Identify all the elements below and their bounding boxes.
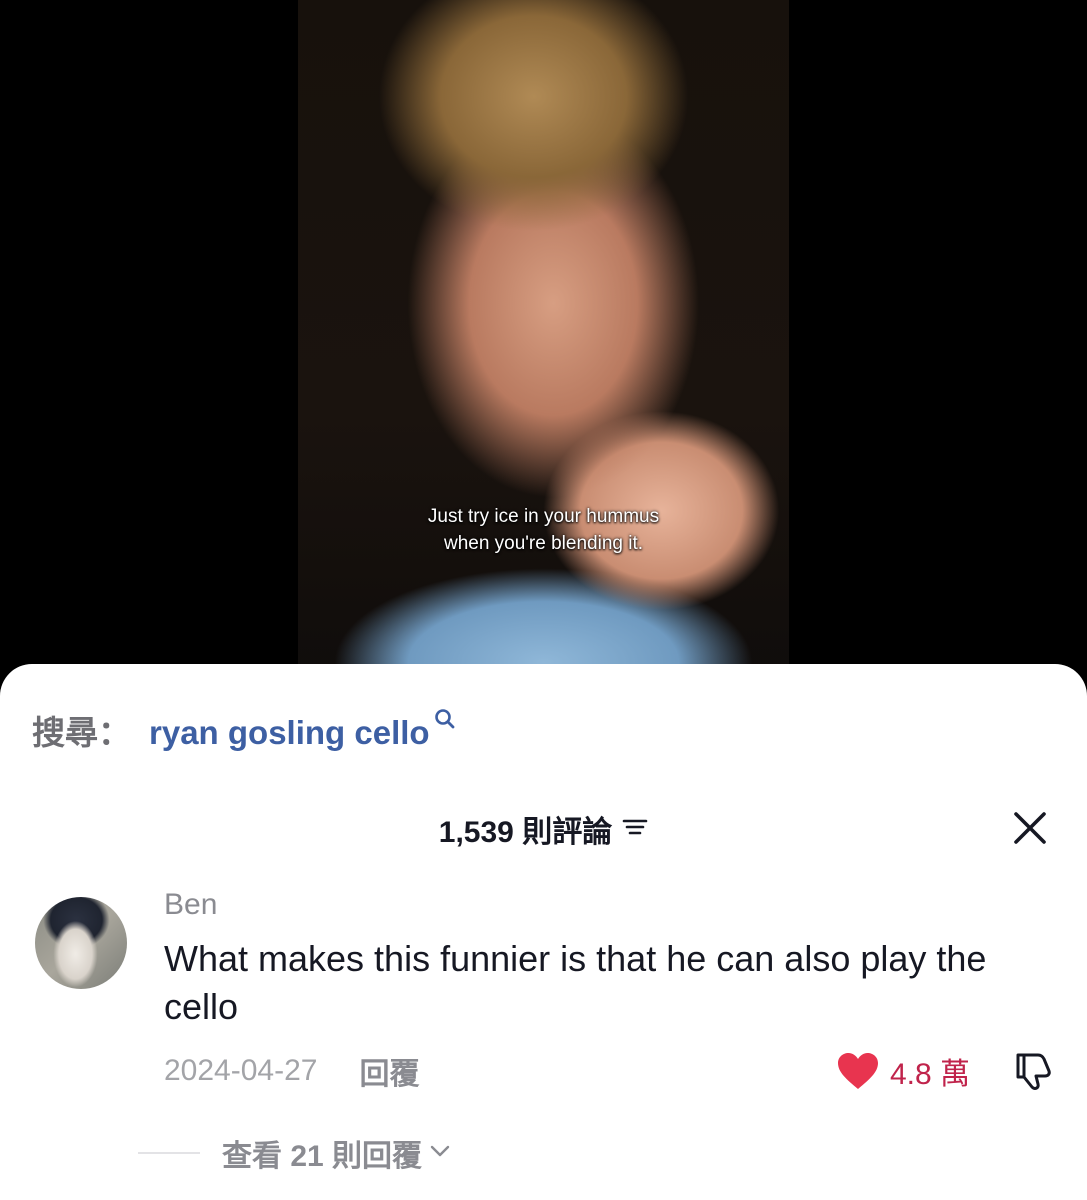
video-subtitle: Just try ice in your hummus when you're … [298,503,789,557]
comments-count: 1,539 則評論 [438,816,613,849]
avatar[interactable] [35,897,127,989]
comments-count-header: 1,539 則評論 [0,805,1087,853]
subtitle-line-1: Just try ice in your hummus [427,506,660,527]
view-replies-button[interactable]: 查看 21 則回覆 [138,1133,450,1173]
like-count: 4.8 萬 [890,1058,971,1091]
like-button[interactable]: 4.8 萬 [836,1049,970,1093]
close-button[interactable] [1008,806,1052,850]
dislike-icon [1016,1053,1051,1090]
dislike-button[interactable] [1008,1048,1054,1094]
comment-username[interactable]: Ben [164,888,217,922]
comment-meta: 2024-04-27 回覆 [164,1051,419,1091]
subtitle-line-2: when you're blending it. [443,533,644,554]
search-label: 搜尋： [32,714,131,751]
search-query-link[interactable]: ryan gosling cello [149,714,430,752]
search-icon[interactable] [434,700,456,738]
chevron-down-icon [430,1144,450,1163]
video-player[interactable] [298,0,789,690]
comment-text: What makes this funnier is that he can a… [164,938,987,1027]
sort-icon[interactable] [622,812,648,846]
view-replies-label: 查看 21 則回覆 [222,1140,423,1173]
close-icon [1014,812,1046,844]
search-suggestion[interactable]: 搜尋： ryan gosling cello [32,706,456,752]
comment-date: 2024-04-27 [164,1054,318,1087]
heart-icon [838,1053,878,1089]
reply-divider [138,1152,200,1154]
reply-button[interactable]: 回覆 [359,1049,419,1093]
